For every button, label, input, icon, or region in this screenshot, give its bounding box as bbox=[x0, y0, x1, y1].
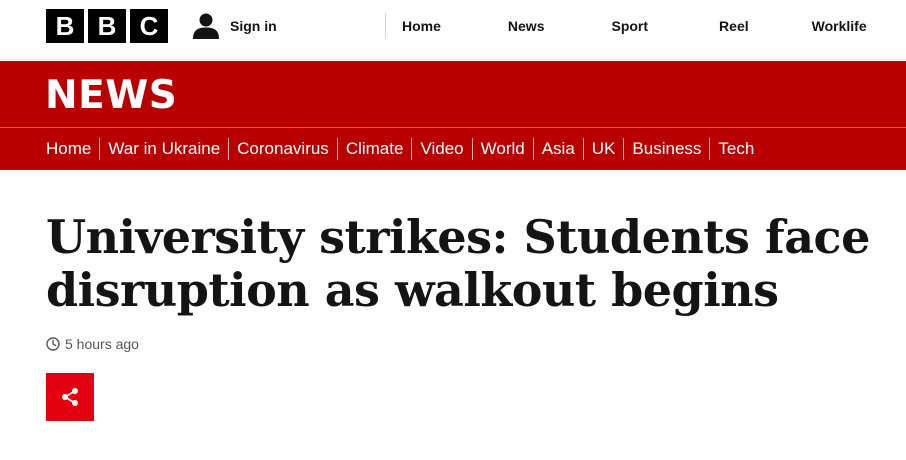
clock-icon bbox=[46, 337, 60, 351]
bbc-masthead: B B C Sign in Home News Sport Reel Workl… bbox=[0, 0, 906, 60]
section-nav-world[interactable]: World bbox=[471, 138, 533, 160]
section-nav-video[interactable]: Video bbox=[411, 138, 471, 160]
section-nav-climate[interactable]: Climate bbox=[336, 138, 412, 160]
section-nav: Home War in Ukraine Coronavirus Climate … bbox=[0, 127, 906, 170]
top-nav-sport[interactable]: Sport bbox=[611, 18, 648, 34]
section-nav-coronavirus[interactable]: Coronavirus bbox=[228, 138, 337, 160]
share-icon bbox=[62, 388, 78, 406]
section-nav-tech[interactable]: Tech bbox=[709, 138, 762, 160]
bbc-logo-letter-c: C bbox=[130, 9, 168, 43]
signin-link[interactable]: Sign in bbox=[192, 12, 277, 40]
signin-label: Sign in bbox=[230, 18, 277, 34]
bbc-logo-letter-b1: B bbox=[46, 9, 84, 43]
section-nav-home[interactable]: Home bbox=[46, 138, 99, 160]
user-icon bbox=[193, 13, 219, 39]
section-nav-uk[interactable]: UK bbox=[582, 138, 624, 160]
section-nav-business[interactable]: Business bbox=[623, 138, 709, 160]
news-banner: NEWS bbox=[0, 61, 906, 127]
article-headline: University strikes: Students face disrup… bbox=[46, 210, 870, 317]
timestamp-label: 5 hours ago bbox=[65, 336, 139, 352]
top-nav-worklife[interactable]: Worklife bbox=[812, 18, 867, 34]
bbc-logo[interactable]: B B C bbox=[46, 9, 168, 43]
section-nav-war-in-ukraine[interactable]: War in Ukraine bbox=[99, 138, 228, 160]
top-nav-home[interactable]: Home bbox=[402, 18, 441, 34]
share-button[interactable] bbox=[46, 373, 94, 421]
top-nav-reel[interactable]: Reel bbox=[719, 18, 749, 34]
section-nav-asia[interactable]: Asia bbox=[532, 138, 583, 160]
bbc-logo-letter-b2: B bbox=[88, 9, 126, 43]
top-nav-news[interactable]: News bbox=[508, 18, 545, 34]
top-nav: Home News Sport Reel Worklife bbox=[385, 13, 867, 39]
news-logo[interactable]: NEWS bbox=[45, 73, 177, 118]
article-timestamp: 5 hours ago bbox=[46, 336, 139, 352]
